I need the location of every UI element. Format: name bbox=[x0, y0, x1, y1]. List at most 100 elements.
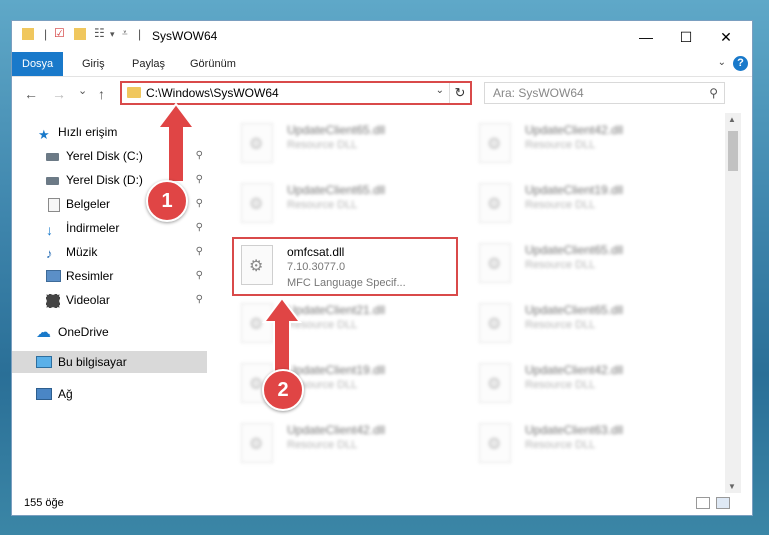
tab-share[interactable]: Paylaş bbox=[122, 52, 175, 76]
dll-file-icon bbox=[241, 183, 273, 223]
list-item[interactable]: UpdateClient19.dll Resource DLL bbox=[473, 177, 693, 229]
search-input[interactable]: Ara: SysWOW64 ⚲ bbox=[484, 82, 725, 104]
sidebar-item-label: İndirmeler bbox=[66, 221, 120, 235]
callout-step-1: 1 bbox=[146, 180, 188, 222]
tab-file[interactable]: Dosya bbox=[12, 52, 64, 76]
help-button[interactable]: ? bbox=[733, 56, 748, 71]
sidebar-item-label: OneDrive bbox=[58, 325, 109, 339]
sidebar-item-downloads[interactable]: ↓ İndirmeler ⚲ bbox=[12, 217, 207, 239]
file-type: Resource DLL bbox=[525, 319, 596, 331]
file-name: UpdateClient42.dll bbox=[525, 363, 624, 377]
dll-file-icon bbox=[241, 303, 273, 343]
callout-step-2: 2 bbox=[262, 369, 304, 411]
sidebar-item-label: Videolar bbox=[66, 293, 110, 307]
sidebar-item-this-pc[interactable]: Bu bilgisayar bbox=[12, 351, 207, 373]
pin-icon: ⚲ bbox=[195, 246, 203, 257]
chevron-down-icon[interactable]: ⌄ bbox=[436, 85, 444, 96]
list-item[interactable]: UpdateClient21.dll Resource DLL bbox=[235, 297, 455, 349]
details-view-icon[interactable] bbox=[696, 497, 710, 509]
file-name: UpdateClient42.dll bbox=[525, 123, 624, 137]
sidebar-item-label: Yerel Disk (C:) bbox=[66, 149, 143, 163]
dll-file-icon bbox=[479, 303, 511, 343]
tab-view[interactable]: Görünüm bbox=[180, 52, 246, 76]
file-type: Resource DLL bbox=[287, 199, 358, 211]
back-button[interactable]: ← bbox=[24, 86, 38, 102]
sidebar-item-videos[interactable]: Videolar ⚲ bbox=[12, 289, 207, 311]
tab-home[interactable]: Giriş bbox=[72, 52, 115, 76]
music-icon: ♪ bbox=[46, 246, 53, 261]
list-item[interactable]: UpdateClient42.dll Resource DLL bbox=[473, 117, 693, 169]
file-name: UpdateClient21.dll bbox=[287, 303, 386, 317]
navigation-bar: ← → ⌄ ↑ C:\Windows\SysWOW64 ⌄ ↻ Ara: Sys… bbox=[12, 77, 752, 111]
list-item[interactable]: UpdateClient65.dll Resource DLL bbox=[235, 117, 455, 169]
sidebar-item-label: Hızlı erişim bbox=[58, 125, 118, 139]
sidebar-item-label: Ağ bbox=[58, 387, 73, 401]
cloud-icon: ☁ bbox=[36, 324, 51, 341]
scroll-up-icon[interactable]: ▲ bbox=[728, 115, 736, 124]
file-type: Resource DLL bbox=[287, 439, 358, 451]
dll-file-icon bbox=[479, 123, 511, 163]
separator: | bbox=[44, 27, 48, 41]
sidebar-item-label: Yerel Disk (D:) bbox=[66, 173, 143, 187]
window-title: SysWOW64 bbox=[152, 29, 218, 43]
new-folder-icon[interactable] bbox=[74, 28, 86, 40]
pin-icon: ⚲ bbox=[195, 150, 203, 161]
videos-icon bbox=[46, 294, 60, 308]
navigation-pane: ★ Hızlı erişim Yerel Disk (C:) ⚲ Yerel D… bbox=[12, 113, 207, 493]
sidebar-item-quick-access[interactable]: ★ Hızlı erişim bbox=[12, 121, 207, 143]
list-item[interactable]: UpdateClient65.dll Resource DLL bbox=[473, 237, 693, 289]
vertical-scrollbar[interactable]: ▲ ▼ bbox=[725, 113, 741, 493]
file-name: UpdateClient65.dll bbox=[287, 183, 386, 197]
up-button[interactable]: ↑ bbox=[98, 86, 105, 102]
documents-icon bbox=[48, 198, 60, 212]
properties-icon[interactable]: ☑ bbox=[54, 26, 65, 40]
sidebar-item-label: Resimler bbox=[66, 269, 114, 283]
file-highlight-box bbox=[232, 237, 458, 296]
layout-icon[interactable]: ☷ bbox=[94, 26, 105, 40]
item-count: 155 öğe bbox=[24, 497, 64, 509]
file-name: UpdateClient42.dll bbox=[287, 423, 386, 437]
status-bar: 155 öğe bbox=[12, 493, 752, 515]
file-list: UpdateClient65.dll Resource DLL UpdateCl… bbox=[207, 113, 725, 493]
file-type: Resource DLL bbox=[525, 139, 596, 151]
pin-icon: ⚲ bbox=[195, 294, 203, 305]
forward-button[interactable]: → bbox=[52, 86, 66, 102]
dll-file-icon bbox=[479, 183, 511, 223]
address-bar[interactable]: C:\Windows\SysWOW64 ⌄ ↻ bbox=[120, 81, 472, 105]
drive-icon bbox=[46, 177, 59, 185]
sidebar-item-music[interactable]: ♪ Müzik ⚲ bbox=[12, 241, 207, 263]
sidebar-item-local-disk-c[interactable]: Yerel Disk (C:) ⚲ bbox=[12, 145, 207, 167]
sidebar-item-network[interactable]: Ağ bbox=[12, 383, 207, 405]
sidebar-item-onedrive[interactable]: ☁ OneDrive bbox=[12, 321, 207, 343]
file-name: UpdateClient63.dll bbox=[525, 423, 624, 437]
dll-file-icon bbox=[479, 363, 511, 403]
pin-icon: ⚲ bbox=[195, 174, 203, 185]
sidebar-item-label: Müzik bbox=[66, 245, 98, 259]
sidebar-item-label: Bu bilgisayar bbox=[58, 355, 127, 369]
list-item[interactable]: UpdateClient65.dll Resource DLL bbox=[235, 177, 455, 229]
ribbon-expand-icon[interactable]: ⌄ bbox=[718, 57, 726, 68]
dll-file-icon bbox=[241, 123, 273, 163]
search-icon[interactable]: ⚲ bbox=[709, 86, 718, 100]
pictures-icon bbox=[46, 270, 61, 282]
list-item[interactable]: UpdateClient42.dll Resource DLL bbox=[235, 417, 455, 469]
large-icons-view-icon[interactable] bbox=[716, 497, 730, 509]
sidebar-item-pictures[interactable]: Resimler ⚲ bbox=[12, 265, 207, 287]
file-name: UpdateClient65.dll bbox=[525, 243, 624, 257]
scroll-down-icon[interactable]: ▼ bbox=[728, 482, 736, 491]
minimize-button[interactable]: — bbox=[626, 25, 666, 49]
chevron-down-icon[interactable]: ▾ bbox=[110, 29, 115, 40]
title-bar: | ☑ ☷ ▾ ⩡ | SysWOW64 — ☐ ✕ bbox=[12, 21, 752, 52]
list-item[interactable]: UpdateClient42.dll Resource DLL bbox=[473, 357, 693, 409]
pin-icon: ⚲ bbox=[195, 222, 203, 233]
close-button[interactable]: ✕ bbox=[706, 25, 746, 49]
dll-file-icon bbox=[479, 423, 511, 463]
customize-toolbar-icon[interactable]: ⩡ bbox=[122, 28, 128, 39]
refresh-button[interactable]: ↻ bbox=[449, 83, 470, 103]
address-path[interactable]: C:\Windows\SysWOW64 bbox=[146, 86, 279, 100]
list-item[interactable]: UpdateClient65.dll Resource DLL bbox=[473, 297, 693, 349]
list-item[interactable]: UpdateClient63.dll Resource DLL bbox=[473, 417, 693, 469]
maximize-button[interactable]: ☐ bbox=[666, 25, 706, 49]
scrollbar-thumb[interactable] bbox=[728, 131, 738, 171]
recent-locations-button[interactable]: ⌄ bbox=[78, 84, 87, 97]
